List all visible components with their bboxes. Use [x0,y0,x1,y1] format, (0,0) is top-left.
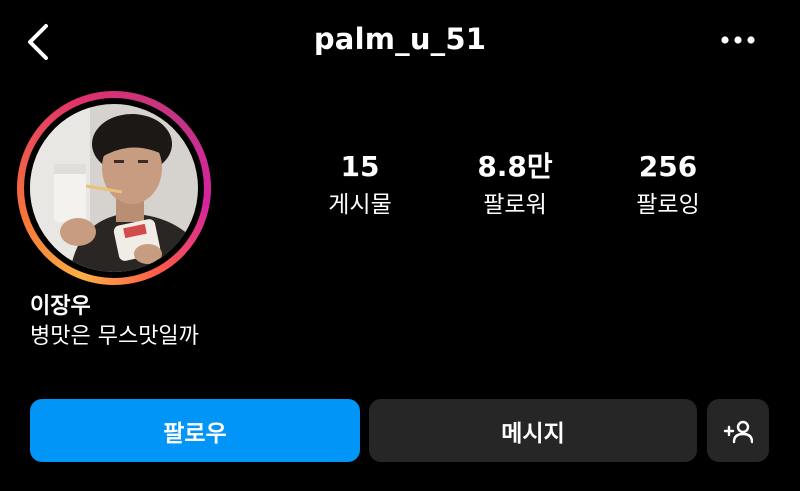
avatar [30,104,198,272]
posts-count: 15 [340,150,380,183]
profile-header: palm_u_51 [0,0,800,84]
follow-button[interactable]: 팔로우 [30,399,360,462]
profile-name: 이장우 [30,294,91,319]
add-person-icon [723,420,753,443]
stat-following[interactable]: 256 팔로잉 [608,150,728,222]
followers-label: 팔로워 [483,192,547,218]
stat-followers[interactable]: 8.8만 팔로워 [455,150,575,222]
more-options-button[interactable] [716,30,762,50]
more-horizontal-icon [721,36,755,44]
story-ring[interactable] [17,91,211,285]
following-label: 팔로잉 [636,192,700,218]
followers-count: 8.8만 [477,150,553,183]
avatar-border [24,98,204,278]
message-button[interactable]: 메시지 [369,399,697,462]
following-count: 256 [638,150,698,183]
profile-photo [30,104,198,272]
profile-bio: 병맛은 무스맛일까 [30,324,199,349]
posts-label: 게시물 [328,192,392,218]
suggest-people-button[interactable] [707,399,769,462]
profile-username: palm_u_51 [313,22,487,56]
stat-posts[interactable]: 15 게시물 [300,150,420,222]
